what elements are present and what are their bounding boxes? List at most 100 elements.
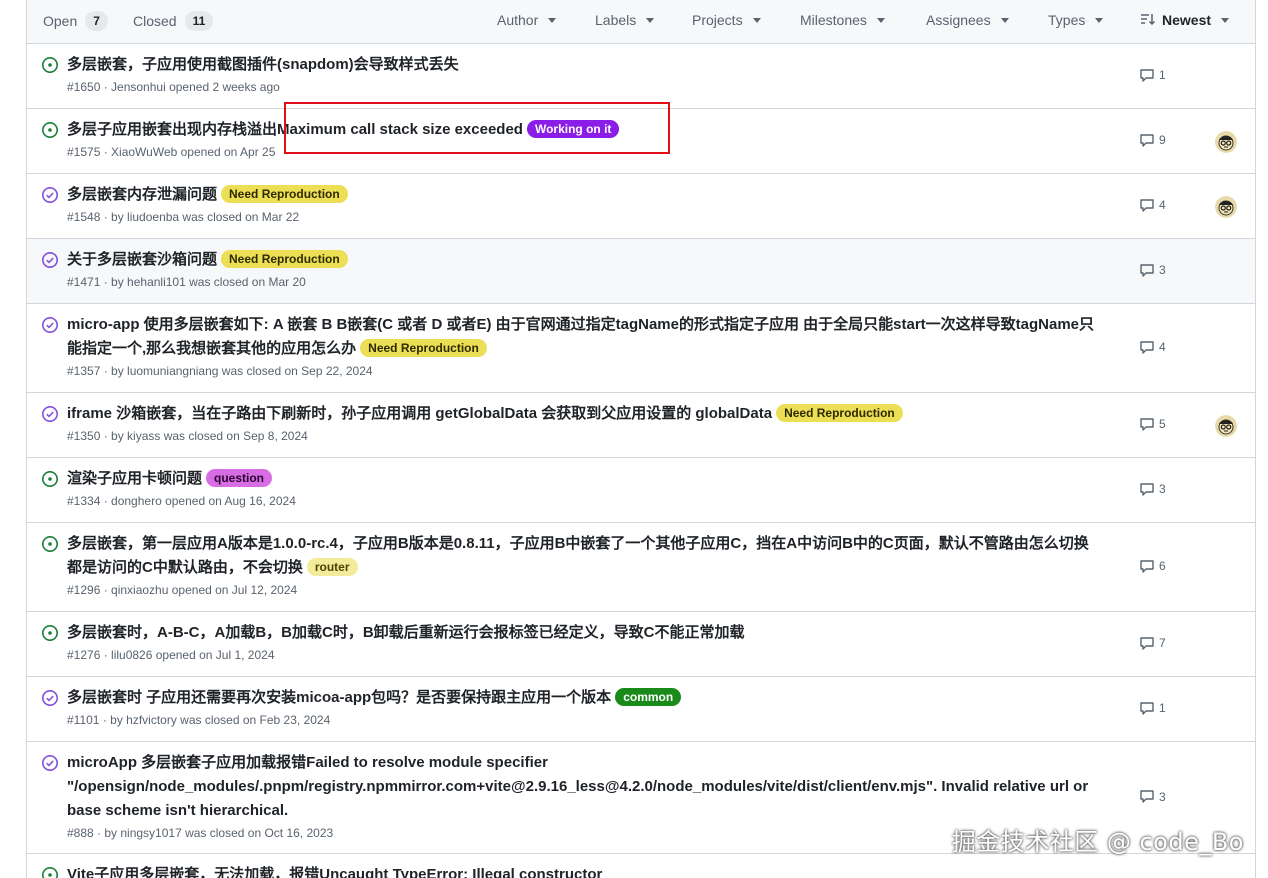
issue-row[interactable]: 关于多层嵌套沙箱问题 Need Reproduction #1471 · by he… <box>27 239 1255 304</box>
chevron-down-icon <box>548 17 557 23</box>
issue-title-line: iframe 沙箱嵌套，当在子路由下刷新时，孙子应用调用 getGlobalDa… <box>67 402 1097 426</box>
issue-row[interactable]: 渲染子应用卡顿问题 question #1334 · donghero opened… <box>27 458 1255 523</box>
issue-title-line: 渲染子应用卡顿问题 question <box>67 467 1097 491</box>
comment-count: 4 <box>1159 340 1166 354</box>
filter-projects[interactable]: Projects <box>692 12 761 28</box>
comment-icon <box>1140 263 1154 277</box>
issue-row[interactable]: 多层嵌套，子应用使用截图插件(snapdom)会导致样式丢失 #1650 · Je… <box>27 44 1255 109</box>
issue-comments-link[interactable]: 7 <box>1139 636 1166 651</box>
issue-label-need-reproduction[interactable]: Need Reproduction <box>221 185 348 203</box>
issue-title-line: 多层子应用嵌套出现内存栈溢出Maximum call stack size ex… <box>67 118 1097 142</box>
open-count-badge: 7 <box>85 11 108 31</box>
comment-icon <box>1140 482 1154 496</box>
sort-label: Newest <box>1162 12 1212 28</box>
issue-title-link[interactable]: 多层子应用嵌套出现内存栈溢出Maximum call stack size ex… <box>67 121 523 138</box>
issue-title-link[interactable]: 多层嵌套，子应用使用截图插件(snapdom)会导致样式丢失 <box>67 56 459 73</box>
issue-meta: #1548 · by liudoenba was closed on Mar 2… <box>67 210 300 224</box>
open-tab-label: Open <box>43 13 78 29</box>
assignee-avatar[interactable] <box>1215 414 1237 437</box>
comment-icon <box>1140 417 1154 431</box>
issue-open-icon <box>41 470 59 488</box>
watermark-text: 掘金技术社区 @ code_Bo <box>951 828 1244 856</box>
issue-open-icon <box>41 866 59 878</box>
issue-title-link[interactable]: micro-app 使用多层嵌套如下: A 嵌套 B B嵌套(C 或者 D 或者… <box>67 316 1094 357</box>
comment-count: 3 <box>1159 482 1166 496</box>
issue-meta: #1276 · lilu0826 opened on Jul 1, 2024 <box>67 648 275 662</box>
filter-types[interactable]: Types <box>1048 12 1104 28</box>
issues-panel: Open 7 Closed 11 Author Labels Projects … <box>26 0 1256 878</box>
comment-count: 9 <box>1159 133 1166 147</box>
closed-tab-label: Closed <box>133 13 177 29</box>
comment-icon <box>1140 636 1154 650</box>
filter-types-label: Types <box>1048 12 1086 28</box>
assignee-avatar[interactable] <box>1215 195 1237 218</box>
issue-comments-link[interactable]: 3 <box>1139 789 1166 804</box>
issue-title-link[interactable]: 多层嵌套，第一层应用A版本是1.0.0-rc.4，子应用B版本是0.8.11，子… <box>67 535 1089 576</box>
issue-title-link[interactable]: 关于多层嵌套沙箱问题 <box>67 251 217 268</box>
issue-meta: #1650 · Jensonhui opened 2 weeks ago <box>67 80 280 94</box>
issue-label-router[interactable]: router <box>306 558 358 576</box>
issue-title-link[interactable]: 渲染子应用卡顿问题 <box>67 470 202 487</box>
issue-comments-link[interactable]: 6 <box>1139 559 1166 574</box>
issue-row[interactable]: Vite子应用多层嵌套，无法加载，报错Uncaught TypeError: I… <box>27 854 1255 878</box>
issue-title-line: 多层嵌套，子应用使用截图插件(snapdom)会导致样式丢失 <box>67 53 1097 77</box>
issue-row[interactable]: 多层嵌套时，A-B-C，A加载B，B加载C时，B卸载后重新运行会报标签已经定义，… <box>27 612 1255 677</box>
chevron-down-icon <box>646 17 655 23</box>
issue-title-link[interactable]: microApp 多层嵌套子应用加载报错Failed to resolve mo… <box>67 754 1088 819</box>
issue-label-question[interactable]: question <box>206 469 273 487</box>
issue-row[interactable]: 多层子应用嵌套出现内存栈溢出Maximum call stack size ex… <box>27 109 1255 174</box>
open-issues-tab[interactable]: Open 7 <box>43 11 108 31</box>
comment-icon <box>1140 198 1154 212</box>
sort-dropdown[interactable]: Newest <box>1140 12 1230 28</box>
issue-row[interactable]: 多层嵌套，第一层应用A版本是1.0.0-rc.4，子应用B版本是0.8.11，子… <box>27 523 1255 612</box>
issue-row[interactable]: 多层嵌套内存泄漏问题 Need Reproduction #1548 · by li… <box>27 174 1255 239</box>
comment-icon <box>1140 340 1154 354</box>
issue-title-link[interactable]: 多层嵌套时，A-B-C，A加载B，B加载C时，B卸载后重新运行会报标签已经定义，… <box>67 624 745 641</box>
issue-label-need-reproduction[interactable]: Need Reproduction <box>360 339 487 357</box>
issue-row[interactable]: micro-app 使用多层嵌套如下: A 嵌套 B B嵌套(C 或者 D 或者… <box>27 304 1255 393</box>
sort-icon <box>1141 14 1156 26</box>
issue-comments-link[interactable]: 4 <box>1139 198 1166 213</box>
issue-title-link[interactable]: iframe 沙箱嵌套，当在子路由下刷新时，孙子应用调用 getGlobalDa… <box>67 405 772 422</box>
issue-comments-link[interactable]: 9 <box>1139 133 1166 148</box>
issue-comments-link[interactable]: 1 <box>1139 68 1166 83</box>
comment-icon <box>1140 701 1154 715</box>
filter-labels[interactable]: Labels <box>595 12 655 28</box>
issue-comments-link[interactable]: 4 <box>1139 340 1166 355</box>
comment-count: 5 <box>1159 417 1166 431</box>
issue-label-need-reproduction[interactable]: Need Reproduction <box>221 250 348 268</box>
issue-comments-link[interactable]: 1 <box>1139 701 1166 716</box>
filter-milestones[interactable]: Milestones <box>800 12 885 28</box>
comment-icon <box>1140 68 1154 82</box>
issue-label-common[interactable]: common <box>615 688 682 706</box>
issue-row[interactable]: 多层嵌套时 子应用还需要再次安装micoa-app包吗？是否要保持跟主应用一个版… <box>27 677 1255 742</box>
comment-count: 3 <box>1159 263 1166 277</box>
issue-closed-icon <box>41 754 59 772</box>
issue-title-line: 关于多层嵌套沙箱问题 Need Reproduction <box>67 248 1097 272</box>
issue-closed-icon <box>41 251 59 269</box>
issue-open-icon <box>41 535 59 553</box>
assignee-avatar[interactable] <box>1215 130 1237 153</box>
filter-milestones-label: Milestones <box>800 12 867 28</box>
issue-title-link[interactable]: 多层嵌套内存泄漏问题 <box>67 186 217 203</box>
issue-comments-link[interactable]: 3 <box>1139 263 1166 278</box>
issue-title-link[interactable]: 多层嵌套时 子应用还需要再次安装micoa-app包吗？是否要保持跟主应用一个版… <box>67 689 611 706</box>
comment-count: 7 <box>1159 636 1166 650</box>
issue-label-need-reproduction[interactable]: Need Reproduction <box>776 404 903 422</box>
filter-assignees[interactable]: Assignees <box>926 12 1009 28</box>
issue-title-link[interactable]: Vite子应用多层嵌套，无法加载，报错Uncaught TypeError: I… <box>67 866 602 878</box>
issue-label-working-on-it[interactable]: Working on it <box>526 120 620 138</box>
comment-icon <box>1140 559 1154 573</box>
issue-open-icon <box>41 624 59 642</box>
issue-closed-icon <box>41 186 59 204</box>
chevron-down-icon <box>876 17 885 23</box>
issue-row[interactable]: iframe 沙箱嵌套，当在子路由下刷新时，孙子应用调用 getGlobalDa… <box>27 393 1255 458</box>
filter-author[interactable]: Author <box>497 12 557 28</box>
issue-comments-link[interactable]: 5 <box>1139 417 1166 432</box>
issue-title-line: micro-app 使用多层嵌套如下: A 嵌套 B B嵌套(C 或者 D 或者… <box>67 313 1097 361</box>
issue-comments-link[interactable]: 3 <box>1139 482 1166 497</box>
issue-meta: #1471 · by hehanli101 was closed on Mar … <box>67 275 306 289</box>
issue-meta: #1334 · donghero opened on Aug 16, 2024 <box>67 494 296 508</box>
issue-title-line: Vite子应用多层嵌套，无法加载，报错Uncaught TypeError: I… <box>67 863 1097 878</box>
closed-issues-tab[interactable]: Closed 11 <box>133 11 214 31</box>
